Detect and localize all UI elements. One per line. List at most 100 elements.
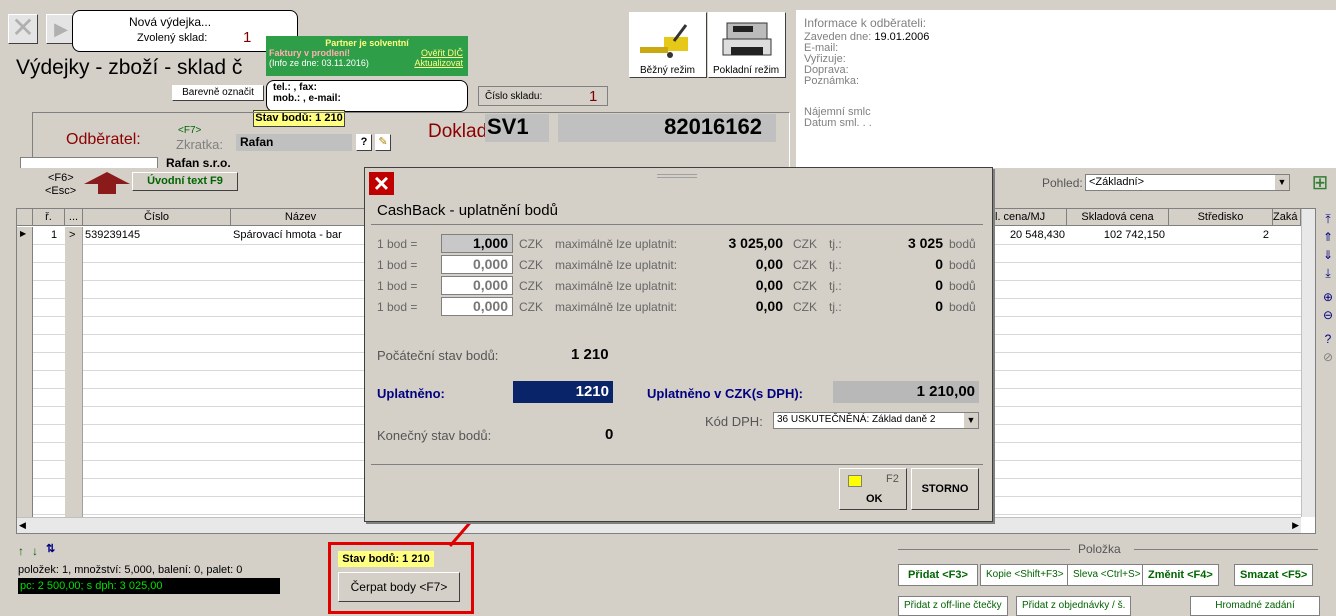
- ok-button[interactable]: F2 OK: [839, 468, 907, 510]
- rate-input[interactable]: 0,000: [441, 255, 513, 274]
- rate-input[interactable]: 1,000: [441, 234, 513, 253]
- max-value: 3 025,00: [728, 235, 784, 251]
- info-email: E-mail:: [804, 42, 839, 54]
- rate-currency: CZK: [519, 279, 543, 293]
- rate-currency: CZK: [519, 258, 543, 272]
- max-currency: CZK: [793, 279, 817, 293]
- help-icon[interactable]: ?: [1320, 330, 1336, 348]
- col-header-more[interactable]: ...: [65, 209, 83, 226]
- cell-name: Spárovací hmota - bar: [233, 229, 342, 241]
- points-unit: bodů: [949, 237, 976, 251]
- item-panel-title: Položka: [898, 542, 1318, 556]
- dialog-drag-handle[interactable]: [657, 174, 697, 178]
- items-summary: položek: 1, množství: 5,000, balení: 0, …: [18, 564, 243, 576]
- rate-currency: CZK: [519, 237, 543, 251]
- rate-input[interactable]: 0,000: [441, 276, 513, 295]
- add-button[interactable]: Přidat <F3>: [898, 564, 978, 586]
- short-label: Zkratka:: [176, 137, 223, 152]
- rate-row: 1 bod = 0,000 CZK maximálně lze uplatnit: 0,…: [377, 255, 985, 275]
- export-icon[interactable]: ⊞: [1306, 170, 1334, 200]
- add-order-button[interactable]: Přidat z objednávky / š.: [1016, 596, 1132, 616]
- col-header-order[interactable]: Zaká: [1273, 209, 1301, 226]
- scroll-right-icon[interactable]: ▶: [1292, 520, 1299, 531]
- partner-invoices: Faktury v prodlení!: [269, 48, 351, 58]
- bulk-entry-button[interactable]: Hromadné zadání: [1190, 596, 1320, 616]
- points-value: 3 025: [907, 235, 943, 251]
- dialog-title-divider: [371, 224, 983, 225]
- short-field[interactable]: Rafan: [236, 134, 352, 151]
- vat-select[interactable]: 36 USKUTEČNĚNÁ: Základ daně 2 ▼: [773, 412, 979, 429]
- redeem-points-button[interactable]: Čerpat body <F7>: [338, 572, 460, 602]
- link-icon[interactable]: ⊘: [1320, 348, 1336, 366]
- col-header-price[interactable]: l. cena/MJ: [995, 209, 1067, 226]
- price-summary: pc: 2 500,00; s dph: 3 025,00: [18, 578, 280, 594]
- callout-warehouse-value: 1: [243, 29, 252, 46]
- vat-dropdown-icon: ▼: [964, 413, 978, 428]
- max-value: 0,00: [755, 277, 783, 293]
- color-mark-button[interactable]: Barevně označit: [172, 85, 264, 101]
- partner-status-title: Partner je solventní: [325, 38, 409, 48]
- nav-up-icon[interactable]: ↑: [18, 544, 24, 558]
- zoom-out-icon[interactable]: ⊖: [1320, 306, 1336, 324]
- contact-line-1: tel.: , fax:: [273, 82, 317, 93]
- verify-vat-link[interactable]: Ověřit DIČ: [421, 48, 463, 58]
- arrow-up-icon[interactable]: [82, 170, 132, 196]
- warehouse-number-label: Číslo skladu:: [485, 91, 543, 102]
- col-header-number[interactable]: Číslo: [83, 209, 231, 226]
- used-czk-value: 1 210,00: [833, 381, 979, 403]
- edit-icon[interactable]: ✎: [375, 134, 391, 151]
- nav-down-icon[interactable]: ↓: [32, 544, 38, 558]
- ok-label: OK: [866, 493, 883, 505]
- dialog-close-button[interactable]: ×: [369, 170, 394, 196]
- next-page-icon[interactable]: ⇓: [1320, 246, 1336, 264]
- add-offline-button[interactable]: Přidat z off-line čtečky: [898, 596, 1008, 616]
- cell-price: 20 548,430: [1009, 229, 1065, 241]
- change-button[interactable]: Změnit <F4>: [1142, 564, 1219, 586]
- document-number: 82016162: [558, 114, 776, 142]
- vat-label: Kód DPH:: [705, 414, 763, 429]
- max-value: 0,00: [755, 256, 783, 272]
- cancel-button[interactable]: STORNO: [911, 468, 979, 510]
- help-button[interactable]: ?: [356, 134, 372, 151]
- first-icon[interactable]: ⤒: [1320, 210, 1336, 228]
- grid-nav-column: ⤒ ⇑ ⇓ ⤓ ⊕ ⊖ ? ⊘: [1320, 210, 1336, 410]
- rate-input[interactable]: 0,000: [441, 297, 513, 316]
- normal-mode-button[interactable]: Běžný režim: [629, 12, 707, 78]
- last-icon[interactable]: ⤓: [1320, 264, 1336, 282]
- cell-arrow[interactable]: >: [69, 229, 75, 241]
- col-header-center[interactable]: Středisko: [1169, 209, 1273, 226]
- update-link[interactable]: Aktualizovat: [414, 58, 463, 68]
- zoom-in-icon[interactable]: ⊕: [1320, 288, 1336, 306]
- scroll-left-icon[interactable]: ◀: [19, 520, 26, 531]
- copy-button[interactable]: Kopie <Shift+F3>: [980, 564, 1070, 586]
- vertical-scrollbar[interactable]: [1301, 209, 1315, 517]
- warehouse-number-box: Číslo skladu: 1: [478, 86, 608, 106]
- customer-label: Odběratel:: [66, 131, 141, 148]
- intro-text-button[interactable]: Úvodní text F9: [132, 172, 238, 191]
- close-icon[interactable]: ✕: [8, 14, 38, 44]
- sort-icon[interactable]: ⇅: [46, 542, 55, 555]
- rate-row: 1 bod = 0,000 CZK maximálně lze uplatnit: 0,…: [377, 297, 985, 317]
- col-header-row[interactable]: ř.: [33, 209, 65, 226]
- delete-button[interactable]: Smazat <F5>: [1234, 564, 1314, 586]
- start-points-value: 1 210: [571, 346, 609, 363]
- info-lease-date: Datum sml. . .: [804, 117, 872, 129]
- used-label: Uplatněno:: [377, 386, 445, 401]
- cash-mode-button[interactable]: Pokladní režim: [708, 12, 786, 78]
- normal-mode-label: Běžný režim: [640, 65, 696, 76]
- points-unit: bodů: [949, 258, 976, 272]
- tj-label: tj.:: [829, 237, 842, 251]
- max-currency: CZK: [793, 258, 817, 272]
- discount-button[interactable]: Sleva <Ctrl+S>: [1067, 564, 1147, 586]
- used-input[interactable]: 1210: [513, 381, 613, 403]
- tj-label: tj.:: [829, 258, 842, 272]
- col-header-stock-price[interactable]: Skladová cena: [1067, 209, 1169, 226]
- contact-callout: tel.: , fax: mob.: , e-mail:: [266, 80, 468, 112]
- prev-page-icon[interactable]: ⇑: [1320, 228, 1336, 246]
- partner-status-box: Partner je solventní Faktury v prodlení!…: [266, 36, 468, 76]
- info-handles: Vyřizuje:: [804, 53, 846, 65]
- customer-info-panel: Informace k odběrateli: Zaveden dne: 19.…: [796, 10, 1336, 170]
- view-select[interactable]: <Základní> ▼: [1085, 174, 1290, 191]
- col-header-name[interactable]: Název: [231, 209, 371, 226]
- grid-more-column: [65, 227, 83, 517]
